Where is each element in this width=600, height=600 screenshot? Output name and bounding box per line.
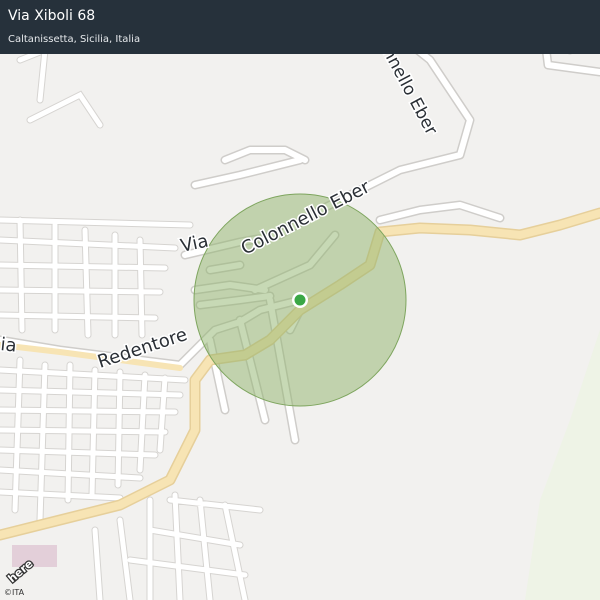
location-subtitle: Caltanissetta, Sicilia, Italia: [8, 34, 141, 45]
copyright-notice: ©ITA: [4, 588, 25, 597]
map-canvas[interactable]: Colonnello Eber Via Colonnello Eber Rede…: [0, 0, 600, 600]
street-label-left-fragment: ia: [0, 334, 18, 357]
location-title: Via Xiboli 68: [8, 8, 96, 24]
location-header: Via Xiboli 68 Caltanissetta, Sicilia, It…: [0, 0, 600, 54]
location-dot[interactable]: [294, 294, 306, 306]
